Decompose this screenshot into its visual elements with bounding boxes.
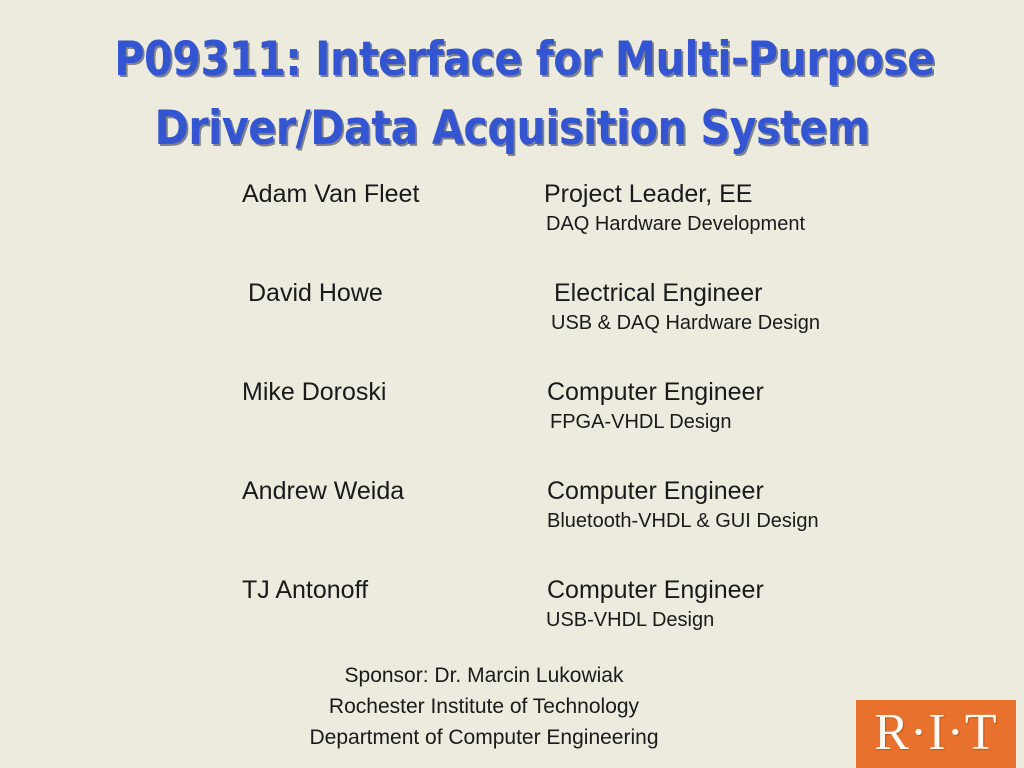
team-member-row: Andrew Weida Computer Engineer Bluetooth…: [0, 475, 1024, 574]
team-member-row: Mike Doroski Computer Engineer FPGA-VHDL…: [0, 376, 1024, 475]
title-line-2: Driver/Data Acquisition System: [154, 100, 870, 156]
member-role: Project Leader, EE: [544, 180, 753, 208]
rit-logo: R·I·T: [856, 700, 1016, 768]
slide-title: P09311: Interface for Multi-Purpose Driv…: [60, 26, 964, 163]
member-detail: USB & DAQ Hardware Design: [551, 312, 820, 334]
title-line-1: P09311: Interface for Multi-Purpose: [114, 32, 935, 87]
team-member-row: TJ Antonoff Computer Engineer USB-VHDL D…: [0, 574, 1024, 673]
member-detail: FPGA-VHDL Design: [550, 411, 732, 433]
sponsor-block: Sponsor: Dr. Marcin Lukowiak Rochester I…: [180, 660, 788, 753]
member-name: Andrew Weida: [242, 477, 405, 505]
member-name: David Howe: [248, 279, 383, 307]
member-name: Adam Van Fleet: [242, 180, 420, 208]
member-detail: DAQ Hardware Development: [546, 213, 805, 235]
member-role: Computer Engineer: [547, 477, 764, 505]
member-role: Computer Engineer: [547, 378, 764, 406]
member-detail: USB-VHDL Design: [546, 609, 715, 631]
rit-logo-text: R·I·T: [874, 704, 998, 761]
presentation-slide: P09311: Interface for Multi-Purpose Driv…: [0, 0, 1024, 768]
member-name: Mike Doroski: [242, 378, 387, 406]
team-member-row: Adam Van Fleet Project Leader, EE DAQ Ha…: [0, 178, 1024, 277]
sponsor-name: Sponsor: Dr. Marcin Lukowiak: [344, 664, 624, 687]
member-name: TJ Antonoff: [242, 576, 369, 604]
team-member-row: David Howe Electrical Engineer USB & DAQ…: [0, 277, 1024, 376]
team-roster: Adam Van Fleet Project Leader, EE DAQ Ha…: [0, 178, 1024, 673]
member-role: Computer Engineer: [547, 576, 764, 604]
sponsor-institution: Rochester Institute of Technology: [328, 695, 640, 718]
member-detail: Bluetooth-VHDL & GUI Design: [547, 510, 819, 532]
sponsor-department: Department of Computer Engineering: [309, 726, 659, 749]
member-role: Electrical Engineer: [554, 279, 763, 307]
